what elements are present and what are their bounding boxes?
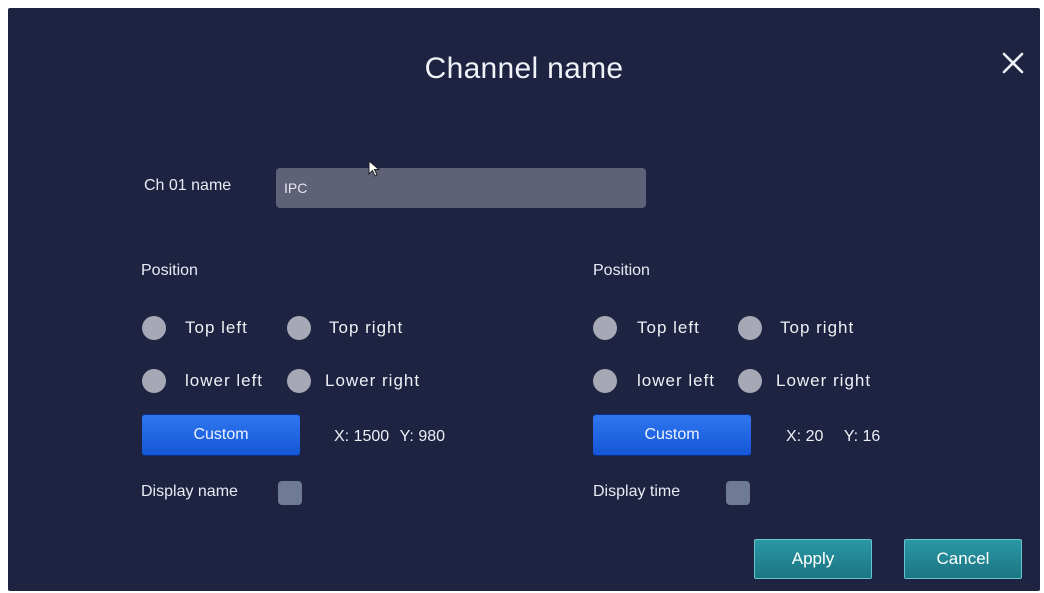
radio-button[interactable]: [287, 369, 311, 393]
left-option-lower-left[interactable]: lower left: [142, 369, 263, 393]
option-label: Top left: [185, 318, 248, 337]
option-label: Top right: [780, 318, 855, 337]
display-name-checkbox[interactable]: [278, 481, 302, 505]
option-label: Lower right: [325, 371, 421, 390]
radio-button[interactable]: [287, 316, 311, 340]
y-value: 16: [862, 428, 881, 445]
option-label: lower left: [185, 371, 264, 390]
mouse-cursor-icon: [368, 160, 381, 177]
right-coordinates: X: 20 Y: 16: [786, 428, 880, 446]
x-value: 20: [805, 428, 824, 445]
left-coordinates: X: 1500 Y: 980: [334, 428, 445, 446]
left-custom-button[interactable]: Custom: [142, 414, 300, 456]
channel-name-input[interactable]: [276, 168, 646, 208]
y-label: Y:: [843, 428, 859, 445]
option-label: Top left: [637, 318, 700, 337]
radio-button[interactable]: [593, 369, 617, 393]
option-label: Lower right: [776, 371, 872, 390]
right-option-top-right[interactable]: Top right: [738, 316, 854, 340]
close-icon[interactable]: [998, 48, 1028, 78]
radio-button[interactable]: [738, 369, 762, 393]
radio-button[interactable]: [593, 316, 617, 340]
left-option-top-left[interactable]: Top left: [142, 316, 248, 340]
display-time-label: Display time: [593, 483, 681, 500]
right-custom-button[interactable]: Custom: [593, 414, 751, 456]
radio-button[interactable]: [142, 369, 166, 393]
option-label: Top right: [329, 318, 404, 337]
right-position-label: Position: [593, 262, 650, 279]
channel-name-dialog: Channel name Ch 01 name Position Top lef…: [8, 8, 1040, 591]
x-label: X:: [334, 428, 350, 445]
x-label: X:: [786, 428, 802, 445]
right-option-lower-right[interactable]: Lower right: [738, 369, 871, 393]
x-value: 1500: [353, 428, 390, 445]
y-value: 980: [418, 428, 446, 445]
display-name-label: Display name: [141, 483, 238, 500]
dialog-title: Channel name: [424, 52, 624, 85]
cancel-button[interactable]: Cancel: [904, 539, 1022, 579]
radio-button[interactable]: [142, 316, 166, 340]
right-option-top-left[interactable]: Top left: [593, 316, 700, 340]
right-option-lower-left[interactable]: lower left: [593, 369, 715, 393]
apply-button[interactable]: Apply: [754, 539, 872, 579]
radio-button[interactable]: [738, 316, 762, 340]
left-option-top-right[interactable]: Top right: [287, 316, 403, 340]
channel-name-label: Ch 01 name: [144, 177, 232, 194]
y-label: Y:: [399, 428, 414, 445]
left-position-label: Position: [141, 262, 198, 279]
option-label: lower left: [637, 371, 716, 390]
left-option-lower-right[interactable]: Lower right: [287, 369, 420, 393]
display-time-checkbox[interactable]: [726, 481, 750, 505]
